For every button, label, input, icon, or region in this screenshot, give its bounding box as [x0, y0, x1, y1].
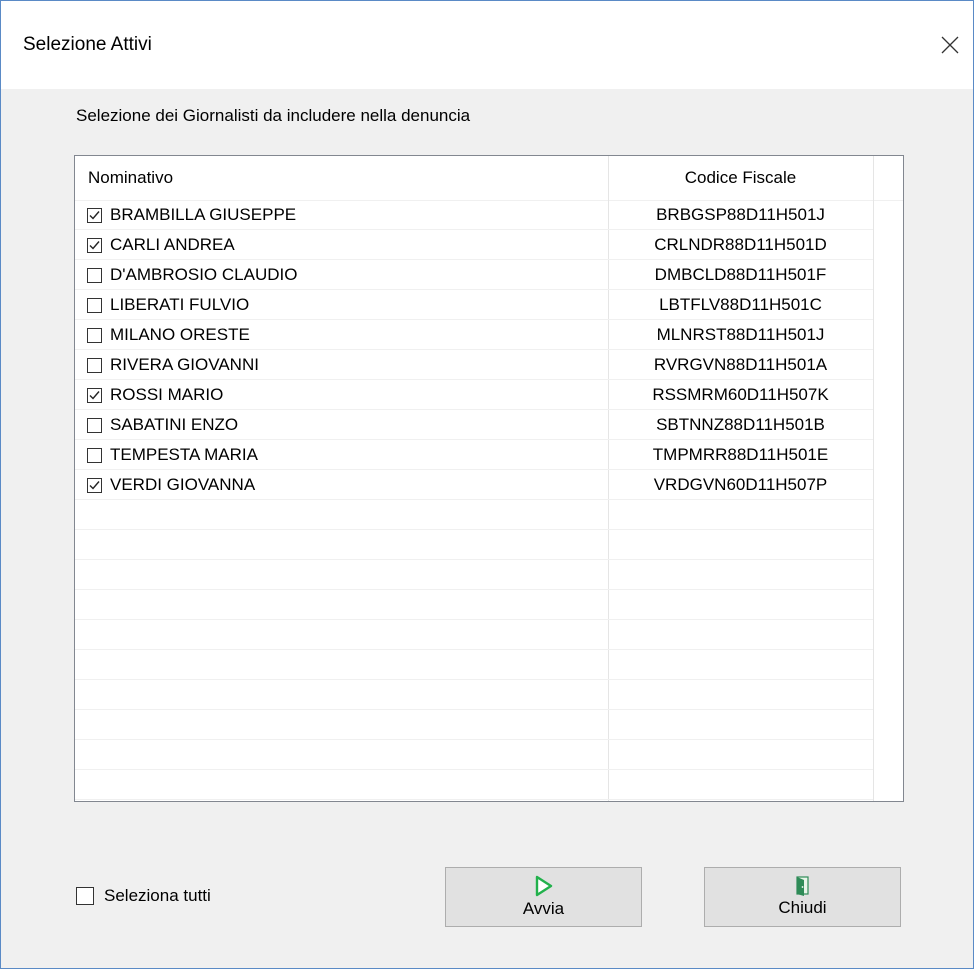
row-checkbox[interactable]: [87, 387, 102, 403]
table-header: Nominativo Codice Fiscale: [75, 156, 903, 201]
row-name-cell: CARLI ANDREA: [87, 230, 235, 260]
row-name-cell: D'AMBROSIO CLAUDIO: [87, 260, 297, 290]
door-exit-icon: [795, 876, 809, 896]
table-row[interactable]: TEMPESTA MARIA TMPMRR88D11H501E: [75, 440, 873, 470]
title-bar: Selezione Attivi: [1, 1, 973, 89]
table-row[interactable]: RIVERA GIOVANNI RVRGVN88D11H501A: [75, 350, 873, 380]
row-name-cell: TEMPESTA MARIA: [87, 440, 258, 470]
row-codice-fiscale: BRBGSP88D11H501J: [656, 205, 825, 224]
empty-row-line: [75, 589, 873, 590]
column-header-codice-fiscale[interactable]: Codice Fiscale: [608, 156, 873, 200]
empty-row-line: [75, 769, 873, 770]
row-codice-fiscale: MLNRST88D11H501J: [656, 325, 825, 344]
row-codice-fiscale: RVRGVN88D11H501A: [653, 355, 828, 374]
empty-row-line: [75, 739, 873, 740]
table-row[interactable]: CARLI ANDREA CRLNDR88D11H501D: [75, 230, 873, 260]
empty-row-line: [75, 529, 873, 530]
run-button-label: Avvia: [522, 899, 565, 918]
journalists-table[interactable]: Nominativo Codice Fiscale BRAMBILLA GIUS…: [74, 155, 904, 802]
row-name-cell: ROSSI MARIO: [87, 380, 223, 410]
row-checkbox[interactable]: [87, 477, 102, 493]
close-button-label: Chiudi: [778, 898, 827, 917]
run-button[interactable]: Avvia: [445, 867, 642, 927]
table-row[interactable]: LIBERATI FULVIO LBTFLV88D11H501C: [75, 290, 873, 320]
empty-row-line: [75, 709, 873, 710]
table-row[interactable]: BRAMBILLA GIUSEPPE BRBGSP88D11H501J: [75, 200, 873, 230]
row-name: SABATINI ENZO: [110, 415, 239, 434]
row-checkbox[interactable]: [87, 207, 102, 223]
row-checkbox[interactable]: [87, 327, 102, 343]
row-name: LIBERATI FULVIO: [110, 295, 250, 314]
row-checkbox[interactable]: [87, 447, 102, 463]
select-all-control[interactable]: Seleziona tutti: [76, 886, 211, 906]
row-name: RIVERA GIOVANNI: [110, 355, 259, 374]
empty-row-line: [75, 679, 873, 680]
row-codice-fiscale: LBTFLV88D11H501C: [659, 295, 822, 314]
row-name: D'AMBROSIO CLAUDIO: [110, 265, 298, 284]
row-codice-fiscale: SBTNNZ88D11H501B: [656, 415, 825, 434]
close-icon: [941, 36, 959, 54]
empty-row-line: [75, 799, 873, 800]
column-separator: [873, 156, 874, 801]
row-name: MILANO ORESTE: [110, 325, 250, 344]
table-row[interactable]: SABATINI ENZO SBTNNZ88D11H501B: [75, 410, 873, 440]
row-name: VERDI GIOVANNA: [110, 475, 256, 494]
row-name: TEMPESTA MARIA: [110, 445, 258, 464]
window-title: Selezione Attivi: [23, 34, 152, 55]
dialog-body: Selezione dei Giornalisti da includere n…: [1, 89, 973, 968]
table-row[interactable]: D'AMBROSIO CLAUDIO DMBCLD88D11H501F: [75, 260, 873, 290]
empty-row-line: [75, 649, 873, 650]
row-name: BRAMBILLA GIUSEPPE: [110, 205, 297, 224]
row-name-cell: VERDI GIOVANNA: [87, 470, 255, 500]
instruction-label: Selezione dei Giornalisti da includere n…: [76, 106, 471, 125]
row-name: CARLI ANDREA: [110, 235, 235, 254]
dialog-window: Selezione Attivi Selezione dei Giornalis…: [0, 0, 974, 969]
row-codice-fiscale: VRDGVN60D11H507P: [653, 475, 828, 494]
play-icon: [535, 875, 552, 897]
row-codice-fiscale: DMBCLD88D11H501F: [654, 265, 827, 284]
row-checkbox[interactable]: [87, 357, 102, 373]
select-all-checkbox[interactable]: [76, 887, 94, 905]
row-checkbox[interactable]: [87, 237, 102, 253]
row-codice-fiscale: TMPMRR88D11H501E: [652, 445, 829, 464]
table-row[interactable]: VERDI GIOVANNA VRDGVN60D11H507P: [75, 470, 873, 500]
row-codice-fiscale: RSSMRM60D11H507K: [652, 385, 829, 404]
row-name-cell: MILANO ORESTE: [87, 320, 250, 350]
close-window-button[interactable]: [927, 25, 973, 65]
row-name-cell: SABATINI ENZO: [87, 410, 238, 440]
row-checkbox[interactable]: [87, 297, 102, 313]
column-header-nominativo[interactable]: Nominativo: [75, 156, 608, 200]
empty-row-line: [75, 619, 873, 620]
table-row[interactable]: MILANO ORESTE MLNRST88D11H501J: [75, 320, 873, 350]
row-name-cell: BRAMBILLA GIUSEPPE: [87, 200, 296, 230]
close-button[interactable]: Chiudi: [704, 867, 901, 927]
row-checkbox[interactable]: [87, 417, 102, 433]
select-all-label: Seleziona tutti: [104, 886, 211, 905]
table-row[interactable]: ROSSI MARIO RSSMRM60D11H507K: [75, 380, 873, 410]
row-codice-fiscale: CRLNDR88D11H501D: [654, 235, 827, 254]
empty-row-line: [75, 559, 873, 560]
row-name-cell: RIVERA GIOVANNI: [87, 350, 259, 380]
table-body: BRAMBILLA GIUSEPPE BRBGSP88D11H501J CARLI …: [75, 200, 873, 500]
row-name-cell: LIBERATI FULVIO: [87, 290, 249, 320]
row-name: ROSSI MARIO: [110, 385, 224, 404]
row-checkbox[interactable]: [87, 267, 102, 283]
